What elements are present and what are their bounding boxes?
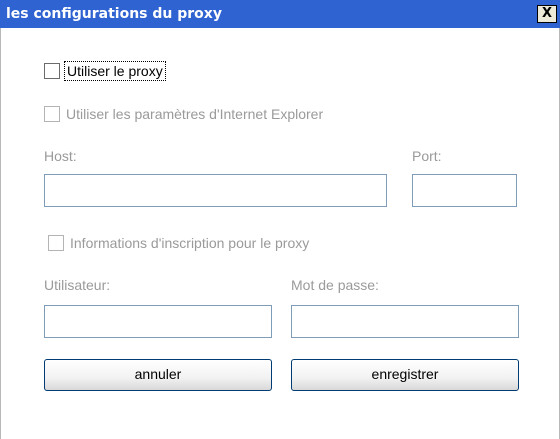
close-button[interactable]: X [537, 5, 557, 23]
cancel-button[interactable]: annuler [44, 359, 272, 391]
use-ie-settings-label[interactable]: Utiliser les paramètres d'Internet Explo… [66, 106, 323, 122]
user-input[interactable] [44, 305, 272, 338]
user-label: Utilisateur: [44, 277, 111, 293]
proxy-credentials-option[interactable]: Informations d'inscription pour le proxy [48, 235, 309, 251]
window-border-left [0, 28, 1, 439]
use-proxy-option[interactable]: Utiliser le proxy [44, 61, 166, 81]
proxy-settings-dialog: les configurations du proxy X Utiliser l… [0, 0, 560, 439]
use-ie-settings-checkbox[interactable] [44, 106, 60, 122]
proxy-credentials-checkbox[interactable] [48, 235, 64, 251]
save-button[interactable]: enregistrer [291, 359, 519, 391]
host-label: Host: [44, 148, 77, 164]
title-bar: les configurations du proxy X [0, 0, 560, 28]
proxy-credentials-label[interactable]: Informations d'inscription pour le proxy [70, 235, 309, 251]
close-icon: X [541, 6, 553, 21]
password-label: Mot de passe: [291, 277, 379, 293]
host-input[interactable] [44, 174, 387, 207]
use-proxy-label[interactable]: Utiliser le proxy [64, 61, 166, 81]
port-input[interactable] [412, 174, 517, 207]
use-ie-settings-option[interactable]: Utiliser les paramètres d'Internet Explo… [44, 106, 323, 122]
password-input[interactable] [291, 305, 519, 338]
port-label: Port: [412, 148, 442, 164]
use-proxy-checkbox[interactable] [44, 63, 60, 79]
window-title: les configurations du proxy [6, 6, 222, 22]
